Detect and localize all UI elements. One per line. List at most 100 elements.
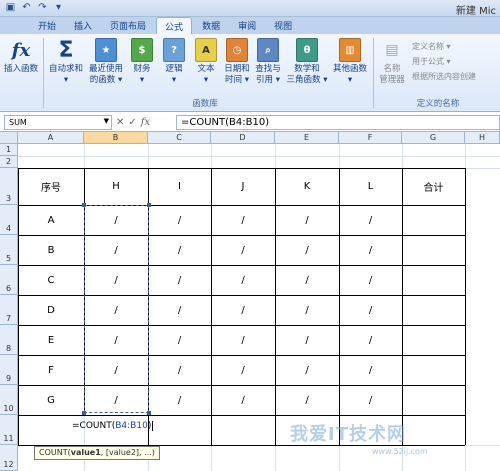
undo-icon[interactable]: ↶	[20, 1, 33, 14]
row-label-cell[interactable]: E	[18, 325, 84, 355]
tab-insert[interactable]: 插入	[66, 17, 100, 34]
row-header-11[interactable]: 11	[0, 415, 18, 445]
slash-cell[interactable]: /	[339, 265, 402, 295]
column-header-h[interactable]: H	[465, 132, 500, 144]
title-bar: ▣ ↶ ↷ ▾ 新建 Mic	[0, 0, 500, 17]
chevron-down-icon[interactable]: ▼	[104, 117, 109, 125]
insert-function-button[interactable]: fx 插入函数	[2, 38, 40, 75]
slash-cell[interactable]: /	[148, 265, 211, 295]
column-header-b[interactable]: B	[84, 132, 148, 144]
row-label-cell[interactable]: D	[18, 295, 84, 325]
row-header-1[interactable]: 1	[0, 144, 18, 156]
text-button[interactable]: A 文本 ▾	[192, 38, 220, 86]
slash-cell[interactable]: /	[211, 295, 275, 325]
define-name-button[interactable]: 定义名称 ▾	[412, 41, 451, 52]
slash-cell[interactable]: /	[211, 205, 275, 235]
slash-cell[interactable]: /	[275, 205, 339, 235]
marquee-handle[interactable]	[147, 411, 151, 415]
slash-cell[interactable]: /	[275, 235, 339, 265]
column-header-a[interactable]: A	[18, 132, 84, 144]
column-header-f[interactable]: F	[339, 132, 402, 144]
slash-cell[interactable]: /	[148, 235, 211, 265]
row-header-12[interactable]: 12	[0, 445, 18, 471]
row-header-8[interactable]: 8	[0, 325, 18, 355]
row-label-cell[interactable]: B	[18, 235, 84, 265]
row-header-7[interactable]: 7	[0, 295, 18, 325]
slash-cell[interactable]: /	[339, 205, 402, 235]
tab-home[interactable]: 开始	[30, 17, 64, 34]
cell-g3[interactable]: 合计	[402, 168, 465, 205]
slash-cell[interactable]: /	[148, 325, 211, 355]
slash-cell[interactable]: /	[339, 325, 402, 355]
slash-cell[interactable]: /	[339, 355, 402, 385]
row-header-10[interactable]: 10	[0, 385, 18, 415]
column-header-e[interactable]: E	[275, 132, 339, 144]
slash-cell[interactable]: /	[211, 235, 275, 265]
row-header-3[interactable]: 3	[0, 168, 18, 205]
recent-functions-button[interactable]: ★ 最近使用 的函数 ▾	[86, 38, 126, 86]
row-label-cell[interactable]: A	[18, 205, 84, 235]
name-manager-button[interactable]: ▤ 名称 管理器	[376, 38, 408, 86]
cell-e3[interactable]: K	[275, 168, 339, 205]
cell-b3[interactable]: H	[84, 168, 148, 205]
save-icon[interactable]: ▣	[4, 1, 17, 14]
row-header-9[interactable]: 9	[0, 355, 18, 385]
tab-data[interactable]: 数据	[194, 17, 228, 34]
row-label-cell[interactable]: C	[18, 265, 84, 295]
slash-cell[interactable]: /	[148, 385, 211, 415]
lookup-button[interactable]: ⌕ 查找与 引用 ▾	[252, 38, 284, 86]
slash-cell[interactable]: /	[148, 355, 211, 385]
cell-f3[interactable]: L	[339, 168, 402, 205]
autosum-button[interactable]: Σ 自动求和 ▾	[47, 38, 85, 86]
tab-page-layout[interactable]: 页面布局	[102, 17, 154, 34]
row-header-2[interactable]: 2	[0, 156, 18, 168]
cell-d3[interactable]: J	[211, 168, 275, 205]
tab-formulas[interactable]: 公式	[156, 17, 193, 34]
cell-a3[interactable]: 序号	[18, 168, 84, 205]
slash-cell[interactable]: /	[211, 385, 275, 415]
row-header-4[interactable]: 4	[0, 205, 18, 235]
marquee-handle[interactable]	[147, 203, 151, 207]
cell-c3[interactable]: I	[148, 168, 211, 205]
row-header-5[interactable]: 5	[0, 235, 18, 265]
slash-cell[interactable]: /	[211, 355, 275, 385]
cancel-icon[interactable]: ✕	[116, 117, 124, 128]
slash-cell[interactable]: /	[275, 355, 339, 385]
create-from-selection-button[interactable]: 根据所选内容创建	[412, 71, 476, 82]
select-all-corner[interactable]	[0, 132, 18, 144]
editing-cell[interactable]: =COUNT(B4:B10)	[20, 421, 180, 431]
slash-cell[interactable]: /	[148, 205, 211, 235]
logical-button[interactable]: ? 逻辑 ▾	[160, 38, 188, 86]
slash-cell[interactable]: /	[275, 265, 339, 295]
slash-cell[interactable]: /	[148, 295, 211, 325]
slash-cell[interactable]: /	[211, 265, 275, 295]
slash-cell[interactable]: /	[211, 325, 275, 355]
slash-cell[interactable]: /	[339, 235, 402, 265]
formula-input[interactable]: =COUNT(B4:B10)	[176, 115, 500, 130]
datetime-button[interactable]: ◷ 日期和 时间 ▾	[222, 38, 252, 86]
slash-cell[interactable]: /	[275, 325, 339, 355]
more-functions-button[interactable]: ▥ 其他函数 ▾	[330, 38, 370, 86]
row-label-cell[interactable]: F	[18, 355, 84, 385]
fx-icon[interactable]: fx	[141, 117, 150, 128]
row-header-6[interactable]: 6	[0, 265, 18, 295]
column-header-g[interactable]: G	[402, 132, 465, 144]
name-box[interactable]: SUM ▼	[4, 115, 112, 130]
row-label-cell[interactable]: G	[18, 385, 84, 415]
column-header-d[interactable]: D	[211, 132, 275, 144]
slash-cell[interactable]: /	[339, 295, 402, 325]
tab-review[interactable]: 审阅	[230, 17, 264, 34]
dropdown-icon[interactable]: ▾	[52, 1, 65, 14]
tab-view[interactable]: 视图	[266, 17, 300, 34]
math-button[interactable]: θ 数学和 三角函数 ▾	[286, 38, 328, 86]
slash-cell[interactable]: /	[275, 385, 339, 415]
column-header-c[interactable]: C	[148, 132, 211, 144]
financial-button[interactable]: $ 财务 ▾	[128, 38, 156, 86]
marquee-handle[interactable]	[82, 203, 86, 207]
slash-cell[interactable]: /	[275, 295, 339, 325]
enter-icon[interactable]: ✓	[128, 117, 136, 128]
use-in-formula-button[interactable]: 用于公式 ▾	[412, 56, 451, 67]
marquee-handle[interactable]	[82, 411, 86, 415]
slash-cell[interactable]: /	[339, 385, 402, 415]
redo-icon[interactable]: ↷	[36, 1, 49, 14]
